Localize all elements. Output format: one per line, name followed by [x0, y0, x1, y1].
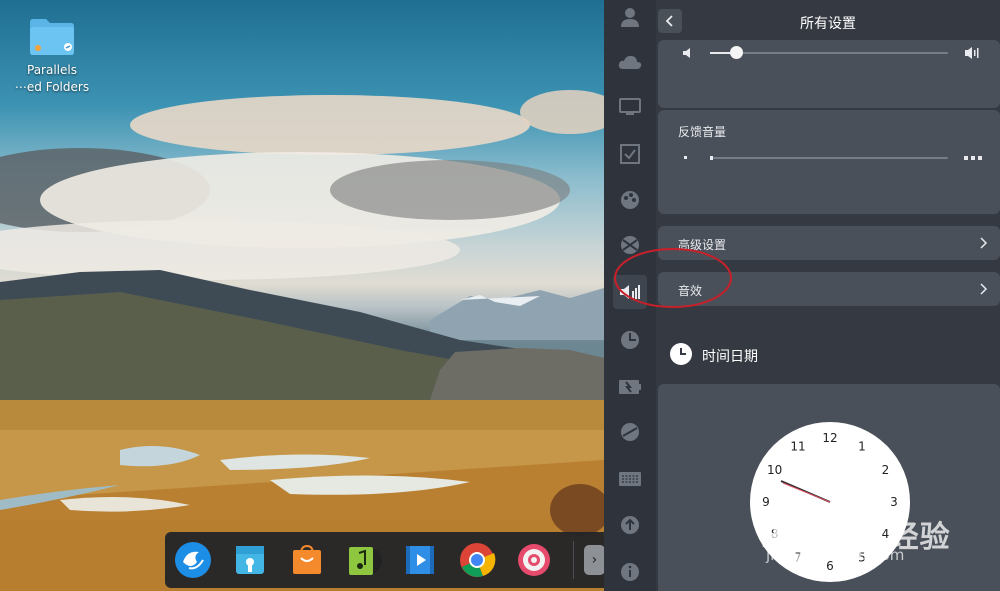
- output-volume-knob[interactable]: [730, 46, 743, 59]
- music-icon[interactable]: [344, 538, 383, 582]
- annotation-ellipse: [614, 248, 732, 308]
- feedback-volume-label: 反馈音量: [678, 125, 727, 139]
- desktop-icon-label-line2: ⋯ed Folders: [14, 80, 90, 94]
- output-volume-slider[interactable]: [710, 52, 948, 54]
- display-icon[interactable]: [613, 90, 647, 124]
- watermark-url: jingyan.baidu.com: [766, 546, 905, 564]
- mouse-icon[interactable]: [613, 415, 647, 449]
- volume-high-icon: [965, 47, 979, 59]
- volume-low-icon: [683, 48, 690, 58]
- update-icon[interactable]: [613, 508, 647, 542]
- app-store-icon[interactable]: [288, 538, 327, 582]
- chevron-right-icon: [980, 237, 988, 249]
- clock-number: 9: [762, 495, 770, 509]
- desktop-icon-label-line1: Parallels: [27, 63, 77, 77]
- feedback-volume-slider[interactable]: [710, 157, 948, 159]
- clock-number: 10: [767, 463, 782, 477]
- clock-icon: [670, 343, 692, 365]
- datetime-icon[interactable]: [613, 323, 647, 357]
- datetime-section-title: 时间日期: [702, 349, 758, 365]
- feedback-high-icon: [964, 156, 982, 160]
- feedback-volume-card: 反馈音量: [658, 110, 1000, 214]
- cloud-icon[interactable]: [613, 45, 647, 79]
- chevron-right-icon: [980, 283, 988, 295]
- dock: ›: [165, 532, 605, 588]
- file-manager-icon[interactable]: [231, 538, 270, 582]
- dock-separator: [573, 541, 574, 579]
- feedback-volume-knob[interactable]: [710, 156, 713, 160]
- settings-header: 所有设置: [656, 0, 1000, 44]
- desktop-shared-folders-icon[interactable]: Parallels ⋯ed Folders: [14, 12, 90, 96]
- power-icon[interactable]: [613, 370, 647, 404]
- info-icon[interactable]: [613, 555, 647, 589]
- clock-number: 11: [790, 440, 805, 454]
- clock-number: 3: [890, 495, 898, 509]
- page-title: 所有设置: [800, 16, 856, 32]
- dock-more-button[interactable]: ›: [583, 545, 605, 575]
- video-icon[interactable]: [401, 538, 440, 582]
- folder-icon: [28, 16, 76, 56]
- account-icon[interactable]: [613, 0, 647, 34]
- clock-number: 2: [882, 463, 890, 477]
- default-apps-icon[interactable]: [613, 137, 647, 171]
- personalization-icon[interactable]: [613, 183, 647, 217]
- feedback-low-icon: [684, 156, 687, 159]
- settings-icon[interactable]: [514, 538, 553, 582]
- clock-number: 1: [858, 440, 866, 454]
- desktop-wallpaper: [0, 0, 604, 591]
- deepin-launcher-icon[interactable]: [173, 538, 213, 582]
- output-volume-card: [658, 40, 1000, 108]
- chrome-icon[interactable]: [458, 538, 497, 582]
- keyboard-icon[interactable]: [613, 462, 647, 496]
- clock-number: 12: [822, 431, 837, 445]
